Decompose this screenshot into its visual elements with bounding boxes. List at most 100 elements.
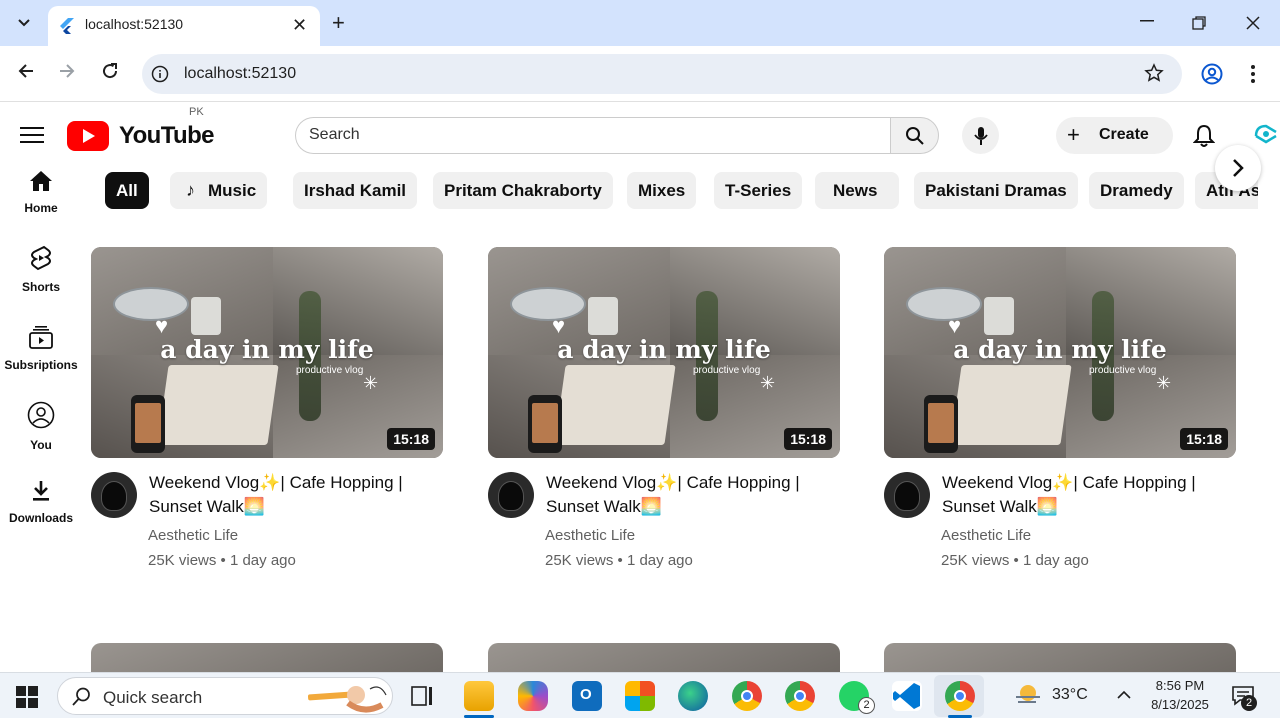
video-duration: 15:18: [784, 428, 832, 450]
video-card[interactable]: ♥ a day in my life productive vlog ✳ 15:…: [91, 247, 443, 587]
search-input[interactable]: Search: [295, 117, 891, 154]
chrome-profile-icon[interactable]: [785, 681, 815, 711]
voice-search-button[interactable]: [962, 117, 999, 154]
youtube-logo-icon[interactable]: [67, 121, 109, 151]
system-clock[interactable]: 8:56 PM 8/13/2025: [1140, 676, 1220, 714]
weather-icon[interactable]: [1014, 683, 1044, 707]
whatsapp-badge: 2: [858, 697, 875, 714]
chip-music[interactable]: ♪ Music: [170, 172, 268, 209]
flutter-favicon-icon: [60, 18, 74, 34]
microsoft-store-icon[interactable]: [625, 681, 655, 711]
back-icon[interactable]: [17, 62, 35, 80]
url-text[interactable]: localhost:52130: [184, 65, 296, 83]
sidebar-item-label: You: [30, 438, 52, 452]
edge-icon[interactable]: [678, 681, 708, 711]
file-explorer-icon[interactable]: [464, 681, 494, 711]
video-title[interactable]: Weekend Vlog✨| Cafe Hopping | Sunset Wal…: [546, 471, 836, 519]
browser-tab-strip: localhost:52130 ✕ +: [0, 0, 1280, 46]
you-icon: [27, 401, 55, 429]
thumbnail-phone: [528, 395, 562, 453]
sidebar-item-label: Home: [24, 201, 58, 215]
copilot-icon[interactable]: [518, 681, 548, 711]
search-icon: [905, 126, 924, 145]
video-card[interactable]: ♥ a day in my life productive vlog ✳ 15:…: [488, 247, 840, 587]
sidebar-item-downloads[interactable]: Downloads: [0, 480, 82, 525]
chip-all[interactable]: All: [105, 172, 149, 209]
video-title[interactable]: Weekend Vlog✨| Cafe Hopping | Sunset Wal…: [942, 471, 1232, 519]
video-thumbnail-partial[interactable]: [488, 643, 840, 672]
video-thumbnail[interactable]: ♥ a day in my life productive vlog ✳ 15:…: [488, 247, 840, 458]
thumbnail-plate: [113, 287, 189, 321]
chip-irshad-kamil[interactable]: Irshad Kamil: [293, 172, 418, 209]
task-view-icon[interactable]: [411, 686, 433, 706]
sparkle-icon: ✳: [363, 373, 379, 393]
address-bar[interactable]: localhost:52130: [142, 54, 1182, 94]
video-title[interactable]: Weekend Vlog✨| Cafe Hopping | Sunset Wal…: [149, 471, 439, 519]
browser-tab[interactable]: localhost:52130 ✕: [48, 6, 320, 46]
channel-name[interactable]: Aesthetic Life: [545, 527, 635, 544]
search-button[interactable]: [890, 117, 939, 154]
channel-avatar[interactable]: [488, 472, 534, 518]
taskbar-search-input[interactable]: Quick search: [57, 677, 393, 715]
video-duration: 15:18: [387, 428, 435, 450]
music-note-icon: ♪: [186, 180, 195, 200]
windows-taskbar: Quick search O 2 33°C 8:56 PM 8/13/2025 …: [0, 672, 1280, 718]
menu-icon[interactable]: [20, 126, 44, 144]
chevron-up-icon[interactable]: [1117, 690, 1131, 699]
thumbnail-subtitle: productive vlog: [693, 365, 761, 376]
thumbnail-title: a day in my life: [160, 335, 374, 364]
chips-next-button[interactable]: [1215, 145, 1261, 191]
site-info-icon[interactable]: [151, 65, 169, 83]
sidebar-item-shorts[interactable]: Shorts: [0, 245, 82, 294]
chip-news[interactable]: News: [815, 172, 900, 209]
restore-icon[interactable]: [1192, 16, 1206, 30]
forward-icon[interactable]: [58, 62, 76, 80]
profile-icon[interactable]: [1201, 63, 1223, 85]
chrome-active-icon[interactable]: [945, 681, 975, 711]
extension-icon[interactable]: [1252, 124, 1278, 148]
thumbnail-subtitle: productive vlog: [296, 365, 364, 376]
plus-icon: +: [1067, 122, 1080, 147]
sidebar-item-label: Shorts: [21, 280, 60, 294]
chip-pakistani-dramas[interactable]: Pakistani Dramas: [914, 172, 1078, 209]
download-icon: [33, 481, 49, 501]
whatsapp-icon[interactable]: 2: [839, 681, 875, 714]
bookmark-star-icon[interactable]: [1144, 63, 1164, 83]
sidebar-item-subscriptions[interactable]: Subsriptions: [0, 325, 82, 372]
filter-chip-bar: All ♪ Music Irshad Kamil Pritam Chakrabo…: [100, 172, 1258, 212]
video-thumbnail-partial[interactable]: [884, 643, 1236, 672]
weather-temperature[interactable]: 33°C: [1052, 686, 1088, 704]
window-close-icon[interactable]: [1246, 16, 1260, 30]
create-button[interactable]: + Create: [1056, 117, 1173, 154]
tab-close-icon[interactable]: ✕: [292, 15, 307, 36]
video-thumbnail-partial[interactable]: [91, 643, 443, 672]
sidebar-item-label: Downloads: [8, 511, 73, 525]
notifications-bell-icon[interactable]: [1193, 124, 1215, 148]
chip-mixes[interactable]: Mixes: [627, 172, 697, 209]
new-tab-button[interactable]: +: [332, 10, 345, 36]
more-options-icon[interactable]: [1251, 65, 1255, 83]
video-thumbnail[interactable]: ♥ a day in my life productive vlog ✳ 15:…: [91, 247, 443, 458]
youtube-logo-text[interactable]: YouTube: [119, 122, 215, 150]
thumbnail-plate: [906, 287, 982, 321]
reload-icon[interactable]: [101, 62, 119, 80]
video-card[interactable]: ♥ a day in my life productive vlog ✳ 15:…: [884, 247, 1236, 587]
video-thumbnail[interactable]: ♥ a day in my life productive vlog ✳ 15:…: [884, 247, 1236, 458]
channel-avatar[interactable]: [884, 472, 930, 518]
channel-name[interactable]: Aesthetic Life: [941, 527, 1031, 544]
subscriptions-icon: [29, 326, 53, 349]
outlook-icon[interactable]: O: [572, 681, 602, 711]
sidebar-item-home[interactable]: Home: [0, 170, 82, 215]
chip-dramedy[interactable]: Dramedy: [1089, 172, 1184, 209]
chip-t-series[interactable]: T-Series: [714, 172, 803, 209]
chrome-icon[interactable]: [732, 681, 762, 711]
thumbnail-cup: [588, 297, 618, 335]
chip-pritam-chakraborty[interactable]: Pritam Chakraborty: [433, 172, 613, 209]
sidebar-item-you[interactable]: You: [0, 401, 82, 452]
channel-avatar[interactable]: [91, 472, 137, 518]
windows-start-icon[interactable]: [16, 686, 38, 708]
vscode-icon[interactable]: [892, 681, 922, 711]
tab-search-icon[interactable]: [10, 9, 38, 37]
channel-name[interactable]: Aesthetic Life: [148, 527, 238, 544]
minimize-icon[interactable]: [1140, 20, 1154, 22]
